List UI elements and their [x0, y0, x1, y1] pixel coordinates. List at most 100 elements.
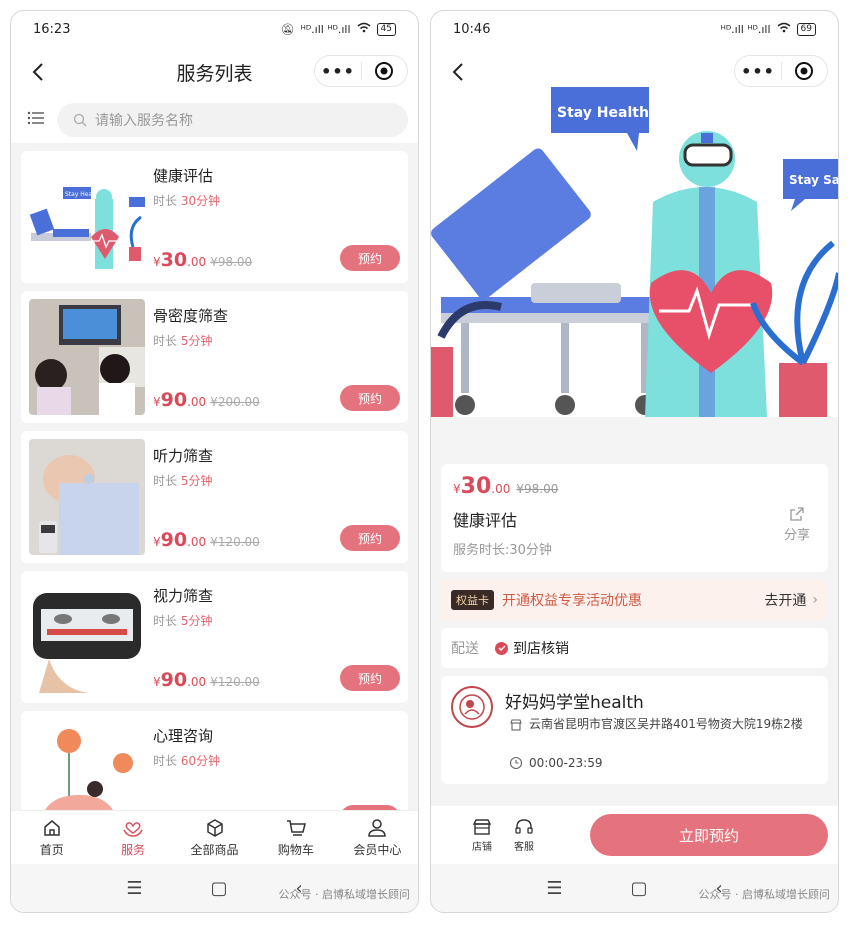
- service-duration: 时长 5分钟: [153, 332, 400, 349]
- status-icons: 🔕︎ ᴴᴰ.ıll ᴴᴰ.ıll 45: [281, 22, 396, 36]
- book-now-button[interactable]: 立即预约: [590, 814, 828, 856]
- hero-image: Stay Health Stay Sa: [431, 47, 838, 454]
- home-button[interactable]: ▢: [210, 878, 227, 899]
- nav-bar: 服务列表 •••: [11, 47, 418, 97]
- currency-symbol: ¥: [153, 675, 161, 689]
- price-integer: 90: [160, 529, 188, 551]
- status-bar: 10:46 ᴴᴰ.ıll ᴴᴰ.ıll 69: [431, 11, 838, 47]
- close-miniprogram-button[interactable]: [362, 56, 407, 86]
- service-info: 视力筛查 时长 5分钟 ¥90.00 ¥120.00 预约: [153, 579, 400, 695]
- benefit-text: 开通权益专享活动优惠: [502, 593, 642, 609]
- target-icon: [795, 62, 814, 80]
- system-nav-bar: ☰ ▢ ‹ 公众号 · 启博私域增长顾问: [431, 864, 838, 912]
- close-miniprogram-button[interactable]: [782, 56, 827, 86]
- tab-home[interactable]: 首页: [11, 811, 92, 864]
- duration-value: 5分钟: [180, 474, 213, 488]
- service-price: ¥90.00 ¥200.00: [153, 389, 260, 411]
- status-bar: 16:23 🔕︎ ᴴᴰ.ıll ᴴᴰ.ıll 45: [11, 11, 418, 47]
- service-list-screen: 16:23 🔕︎ ᴴᴰ.ıll ᴴᴰ.ıll 45 服务列表 ••• 请输入服务…: [10, 10, 419, 913]
- tab-label: 全部商品: [190, 842, 239, 857]
- shop-button[interactable]: 店铺: [461, 818, 503, 853]
- delivery-value: 到店核销: [513, 641, 569, 657]
- cart-icon: [286, 819, 306, 836]
- benefit-tag: 权益卡: [451, 590, 494, 610]
- chevron-left-icon: [452, 63, 463, 81]
- tab-cart[interactable]: 购物车: [255, 811, 336, 864]
- service-duration: 时长 5分钟: [153, 472, 400, 489]
- service-card[interactable]: 视力筛查 时长 5分钟 ¥90.00 ¥120.00 预约: [21, 571, 408, 703]
- category-menu-icon[interactable]: [27, 110, 45, 130]
- service-thumbnail: Stay Health: [29, 159, 145, 275]
- back-button[interactable]: [25, 59, 51, 85]
- share-label: 分享: [783, 528, 810, 543]
- tab-all-products[interactable]: 全部商品: [174, 811, 255, 864]
- price-card: ¥30.00 ¥98.00 健康评估 服务时长:30分钟 分享: [441, 464, 828, 572]
- share-button[interactable]: 分享: [784, 506, 810, 543]
- nav-bar: •••: [431, 47, 838, 97]
- service-duration: 时长 30分钟: [153, 192, 400, 209]
- currency-symbol: ¥: [153, 255, 161, 269]
- search-row: 请输入服务名称: [11, 97, 418, 143]
- more-button[interactable]: •••: [735, 56, 781, 86]
- store-hours: 00:00-23:59: [509, 756, 603, 770]
- home-icon: [43, 819, 60, 836]
- tab-bar: 首页 服务 全部商品 购物车 会员中心: [11, 810, 418, 864]
- service-card[interactable]: 听力筛查 时长 5分钟 ¥90.00 ¥120.00 预约: [21, 431, 408, 563]
- service-thumbnail: [29, 579, 145, 695]
- service-card[interactable]: Stay Health 健康评估 时长 30分钟 ¥30.00 ¥98.00 预…: [21, 151, 408, 283]
- original-price: ¥98.00: [210, 255, 253, 269]
- book-button[interactable]: 预约: [340, 525, 400, 551]
- price-integer: 30: [460, 474, 492, 499]
- benefit-card-banner[interactable]: 权益卡 开通权益专享活动优惠 去开通 ›: [441, 580, 828, 620]
- service-name: 视力筛查: [153, 587, 214, 605]
- search-input[interactable]: 请输入服务名称: [57, 103, 408, 137]
- duration-value: 60分钟: [180, 754, 221, 768]
- store-card[interactable]: 好妈妈学堂health 云南省昆明市官渡区吴井路401号物资大院19栋2楼 00…: [441, 676, 828, 784]
- watermark: 公众号 · 启博私域增长顾问: [278, 888, 411, 901]
- watermark: 公众号 · 启博私域增长顾问: [698, 888, 831, 901]
- book-button[interactable]: 预约: [340, 665, 400, 691]
- mini-program-capsule: •••: [314, 55, 408, 87]
- tab-label: 会员中心: [353, 842, 402, 857]
- search-placeholder: 请输入服务名称: [95, 113, 193, 129]
- service-thumbnail: [29, 439, 145, 555]
- service-duration: 服务时长:30分钟: [453, 543, 552, 558]
- chevron-left-icon: [32, 63, 43, 81]
- tab-member-center[interactable]: 会员中心: [337, 811, 418, 864]
- tab-label: 购物车: [277, 842, 314, 857]
- delivery-label: 配送: [451, 641, 479, 657]
- duration-prefix: 时长: [153, 754, 181, 768]
- more-button[interactable]: •••: [315, 56, 361, 86]
- tab-service[interactable]: 服务: [92, 811, 173, 864]
- book-button[interactable]: 预约: [340, 385, 400, 411]
- store-logo: [451, 686, 493, 728]
- recents-button[interactable]: ☰: [546, 878, 562, 899]
- shop-label: 店铺: [472, 841, 492, 853]
- duration-prefix: 时长: [153, 614, 181, 628]
- chevron-right-icon: ›: [812, 592, 818, 608]
- service-thumbnail: [29, 299, 145, 415]
- home-button[interactable]: ▢: [630, 878, 647, 899]
- store-hours-text: 00:00-23:59: [529, 756, 603, 770]
- price-decimal: .00: [187, 675, 207, 689]
- duration-value: 30分钟: [180, 194, 221, 208]
- duration-prefix: 时长: [153, 194, 181, 208]
- action-bar: 店铺 客服 立即预约: [431, 806, 838, 864]
- customer-service-button[interactable]: 客服: [503, 818, 545, 853]
- original-price: ¥200.00: [210, 395, 260, 409]
- currency-symbol: ¥: [153, 395, 161, 409]
- price-integer: 30: [160, 249, 188, 271]
- price-decimal: .00: [187, 255, 207, 269]
- service-info: 骨密度筛查 时长 5分钟 ¥90.00 ¥200.00 预约: [153, 299, 400, 415]
- service-name: 心理咨询: [153, 727, 214, 745]
- service-detail-screen: 10:46 ᴴᴰ.ıll ᴴᴰ.ıll 69 ••• Stay Health S…: [430, 10, 839, 913]
- service-card[interactable]: 骨密度筛查 时长 5分钟 ¥90.00 ¥200.00 预约: [21, 291, 408, 423]
- recents-button[interactable]: ☰: [126, 878, 142, 899]
- back-button[interactable]: [445, 59, 471, 85]
- battery-indicator: 69: [796, 22, 816, 36]
- original-price: ¥120.00: [210, 675, 260, 689]
- book-button[interactable]: 预约: [340, 245, 400, 271]
- service-name: 听力筛查: [153, 447, 214, 465]
- benefit-action[interactable]: 去开通: [764, 590, 806, 610]
- check-icon: [495, 641, 508, 655]
